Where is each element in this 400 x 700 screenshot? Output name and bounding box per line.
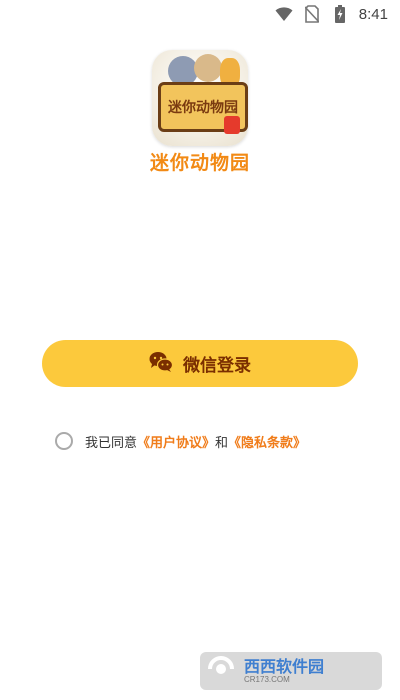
no-sim-icon xyxy=(303,5,321,23)
wechat-login-label: 微信登录 xyxy=(183,356,251,376)
wechat-icon xyxy=(149,351,174,377)
wifi-icon xyxy=(275,5,293,23)
watermark-sub: CR173.COM xyxy=(244,674,290,684)
user-agreement-link[interactable]: 《用户协议》 xyxy=(137,432,215,451)
watermark-text: 西西软件园 xyxy=(244,656,325,676)
status-bar: 8:41 xyxy=(0,0,400,28)
red-envelope-figure xyxy=(224,116,240,134)
watermark: 西西软件园 CR173.COM xyxy=(200,652,382,690)
wechat-login-button[interactable]: 微信登录 xyxy=(42,340,358,387)
agreement-row: 我已同意 《用户协议》 和 《隐私条款》 xyxy=(55,430,306,452)
battery-charging-icon xyxy=(331,5,349,23)
app-name: 迷你动物园 xyxy=(149,152,250,174)
agree-checkbox[interactable] xyxy=(55,432,73,450)
status-time: 8:41 xyxy=(358,5,388,23)
agreement-prefix: 我已同意 xyxy=(85,435,138,451)
app-icon: 迷你动物园 xyxy=(152,50,248,146)
lynx-figure xyxy=(194,54,222,82)
agreement-conjunction: 和 xyxy=(215,435,229,451)
privacy-policy-link[interactable]: 《隐私条款》 xyxy=(228,432,306,451)
watermark-logo-icon xyxy=(206,654,240,688)
